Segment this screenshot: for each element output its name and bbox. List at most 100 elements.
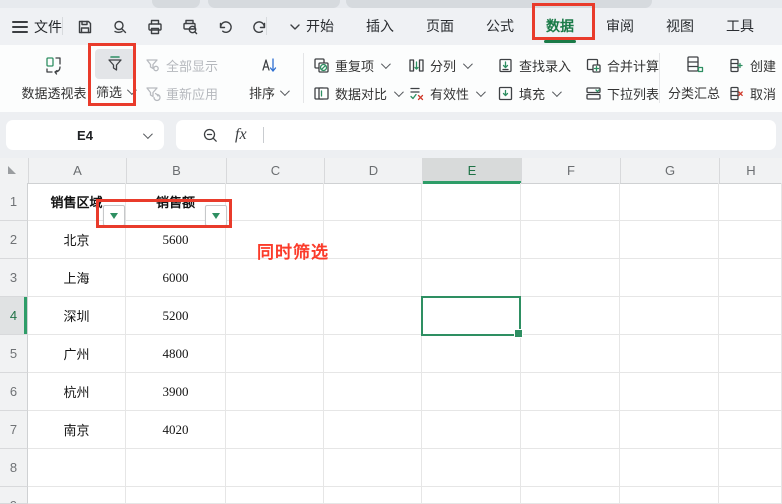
cell-D7[interactable] — [324, 411, 422, 449]
cell-A6[interactable]: 杭州 — [28, 373, 126, 411]
print-icon[interactable] — [144, 16, 166, 38]
cell-G3[interactable] — [620, 259, 719, 297]
tab-home[interactable]: 开始 — [290, 8, 350, 45]
row-header-3[interactable]: 3 — [0, 259, 28, 297]
cell-A5[interactable]: 广州 — [28, 335, 126, 373]
cell-H5[interactable] — [719, 335, 782, 373]
row-header-7[interactable]: 7 — [0, 411, 28, 449]
consolidate-button[interactable]: 合并计算 — [585, 56, 659, 75]
column-header-A[interactable]: A — [29, 158, 127, 183]
cell-E1[interactable] — [422, 183, 521, 221]
cell-G5[interactable] — [620, 335, 719, 373]
cell-C9[interactable] — [226, 487, 324, 504]
column-header-E[interactable]: E — [423, 158, 522, 183]
file-menu[interactable]: 文件 — [34, 17, 62, 37]
cell-F3[interactable] — [521, 259, 620, 297]
tab-data[interactable]: 数据 — [530, 8, 590, 45]
ungroup-button[interactable]: 取消 — [728, 84, 782, 103]
cell-H8[interactable] — [719, 449, 782, 487]
cell-C6[interactable] — [226, 373, 324, 411]
cell-A7[interactable]: 南京 — [28, 411, 126, 449]
show-all-button[interactable]: 全部显示 — [144, 56, 218, 75]
tab-insert[interactable]: 插入 — [350, 8, 410, 45]
cell-G7[interactable] — [620, 411, 719, 449]
document-tab[interactable] — [208, 0, 340, 8]
save-icon[interactable] — [74, 16, 96, 38]
cell-H1[interactable] — [719, 183, 782, 221]
cell-H6[interactable] — [719, 373, 782, 411]
cell-A2[interactable]: 北京 — [28, 221, 126, 259]
cell-H4[interactable] — [719, 297, 782, 335]
column-header-B[interactable]: B — [127, 158, 227, 183]
cell-H3[interactable] — [719, 259, 782, 297]
cell-E9[interactable] — [422, 487, 521, 504]
cell-D2[interactable] — [324, 221, 422, 259]
print-preview-icon[interactable] — [179, 16, 201, 38]
cell-F9[interactable] — [521, 487, 620, 504]
redo-icon[interactable] — [249, 16, 271, 38]
cell-G8[interactable] — [620, 449, 719, 487]
cell-C1[interactable] — [226, 183, 324, 221]
validation-button[interactable]: 有效性 — [408, 84, 483, 103]
row-header-4[interactable]: 4 — [0, 297, 28, 335]
cell-D5[interactable] — [324, 335, 422, 373]
dropdown-list-button[interactable]: 下拉列表 — [585, 84, 659, 103]
cell-A3[interactable]: 上海 — [28, 259, 126, 297]
cell-G1[interactable] — [620, 183, 719, 221]
column-header-G[interactable]: G — [621, 158, 720, 183]
tab-review[interactable]: 审阅 — [590, 8, 650, 45]
cell-B2[interactable]: 5600 — [126, 221, 226, 259]
create-group-button[interactable]: 创建 — [728, 56, 782, 75]
row-header-6[interactable]: 6 — [0, 373, 28, 411]
cell-H7[interactable] — [719, 411, 782, 449]
tab-page[interactable]: 页面 — [410, 8, 470, 45]
filter-dropdown-amount[interactable] — [205, 205, 227, 226]
cell-G9[interactable] — [620, 487, 719, 504]
name-box[interactable]: E4 — [6, 120, 164, 150]
cell-A4[interactable]: 深圳 — [28, 297, 126, 335]
undo-icon[interactable] — [214, 16, 236, 38]
cell-A9[interactable] — [28, 487, 126, 504]
document-tab[interactable] — [346, 0, 652, 8]
column-header-C[interactable]: C — [227, 158, 325, 183]
filter-dropdown-region[interactable] — [103, 205, 125, 226]
cell-D6[interactable] — [324, 373, 422, 411]
cell-G6[interactable] — [620, 373, 719, 411]
cell-C7[interactable] — [226, 411, 324, 449]
text-to-columns-button[interactable]: 分列 — [408, 56, 483, 75]
document-tab[interactable] — [152, 0, 200, 8]
pivot-table-button[interactable]: 数据透视表 — [8, 50, 100, 102]
cell-F8[interactable] — [521, 449, 620, 487]
select-all-corner[interactable] — [0, 158, 29, 183]
row-header-2[interactable]: 2 — [0, 221, 28, 259]
reapply-button[interactable]: 重新应用 — [144, 84, 218, 103]
column-header-F[interactable]: F — [522, 158, 621, 183]
cell-H9[interactable] — [719, 487, 782, 504]
cell-D8[interactable] — [324, 449, 422, 487]
cell-D3[interactable] — [324, 259, 422, 297]
cell-E5[interactable] — [422, 335, 521, 373]
cell-F4[interactable] — [521, 297, 620, 335]
cell-E3[interactable] — [422, 259, 521, 297]
fill-handle[interactable] — [514, 329, 523, 338]
cell-C8[interactable] — [226, 449, 324, 487]
formula-input[interactable]: fx — [176, 120, 776, 150]
cell-F5[interactable] — [521, 335, 620, 373]
row-header-8[interactable]: 8 — [0, 449, 28, 487]
fx-icon[interactable]: fx — [235, 126, 247, 144]
cell-D9[interactable] — [324, 487, 422, 504]
cell-B4[interactable]: 5200 — [126, 297, 226, 335]
remove-duplicates-button[interactable]: 重复项 — [313, 56, 401, 75]
cell-F2[interactable] — [521, 221, 620, 259]
cell-D1[interactable] — [324, 183, 422, 221]
subtotal-button[interactable]: 分类汇总 — [663, 50, 725, 102]
cell-D4[interactable] — [324, 297, 422, 335]
cell-C4[interactable] — [226, 297, 324, 335]
row-header-9[interactable]: 9 — [0, 487, 28, 504]
cell-C2[interactable] — [226, 221, 324, 259]
cell-A8[interactable] — [28, 449, 126, 487]
cell-H2[interactable] — [719, 221, 782, 259]
data-compare-button[interactable]: 数据对比 — [313, 84, 401, 103]
cell-B7[interactable]: 4020 — [126, 411, 226, 449]
export-icon[interactable] — [109, 16, 131, 38]
